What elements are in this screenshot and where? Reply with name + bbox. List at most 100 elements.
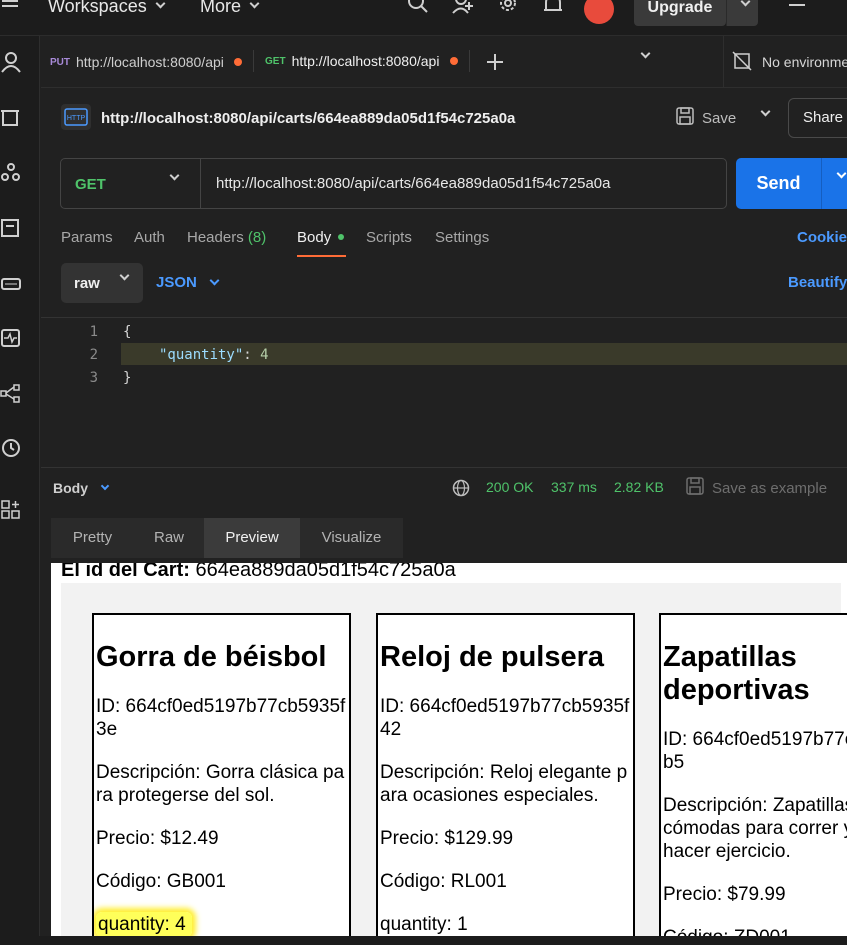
status-bar	[0, 936, 847, 945]
share-button[interactable]: Share	[788, 98, 847, 138]
bell-icon[interactable]	[542, 0, 564, 18]
save-icon	[676, 107, 694, 129]
search-icon[interactable]	[407, 0, 429, 18]
response-body-selector[interactable]: Body	[53, 480, 110, 496]
tab-method: GET	[265, 55, 286, 67]
body-mode-selector[interactable]: raw	[61, 263, 143, 303]
tab-body[interactable]: Body	[297, 229, 345, 246]
view-tab-raw[interactable]: Raw	[134, 518, 204, 558]
upgrade-button[interactable]: Upgrade	[634, 0, 726, 26]
cookies-link[interactable]: Cookies	[797, 229, 847, 246]
request-title[interactable]: http://localhost:8080/api/carts/664ea889…	[101, 110, 515, 127]
request-tabs-bar: PUT http://localhost:8080/api GET http:/…	[41, 36, 847, 88]
chevron-down-icon	[169, 170, 180, 181]
tab-headers[interactable]: Headers (8)	[187, 229, 266, 246]
monitors-icon[interactable]	[0, 327, 22, 349]
tab-settings[interactable]: Settings	[435, 229, 489, 246]
body-language-selector[interactable]: JSON	[156, 274, 220, 291]
http-icon: HTTP	[61, 104, 91, 130]
response-time[interactable]: 337 ms	[551, 479, 597, 495]
status-code[interactable]: 200 OK	[486, 479, 533, 495]
gear-icon[interactable]	[497, 0, 519, 18]
collections-icon[interactable]	[0, 107, 22, 129]
send-options-button[interactable]	[821, 158, 847, 209]
json-colon: :	[243, 347, 261, 363]
body-language-label: JSON	[156, 274, 197, 291]
body-tab-label: Body	[297, 229, 332, 246]
configure-workbench-icon[interactable]	[0, 499, 22, 521]
save-label: Save	[702, 109, 737, 127]
workspaces-label: Workspaces	[48, 0, 147, 16]
url-bar: GET http://localhost:8080/api/carts/664e…	[60, 158, 727, 209]
history-icon[interactable]	[0, 437, 22, 459]
invite-user-icon[interactable]	[452, 0, 474, 18]
flows-icon[interactable]	[0, 382, 22, 404]
tab-get-request[interactable]: GET http://localhost:8080/api	[265, 36, 465, 88]
chevron-down-icon[interactable]	[640, 48, 651, 59]
menu-icon[interactable]	[2, 0, 20, 19]
tab-params[interactable]: Params	[61, 229, 113, 246]
avatar[interactable]	[584, 0, 614, 24]
method-selector[interactable]: GET	[61, 159, 201, 208]
minimize-icon[interactable]	[789, 4, 805, 6]
product-quantity: quantity: 1	[380, 914, 468, 935]
cart-id-label: El id del Cart:	[61, 563, 190, 581]
tab-auth[interactable]: Auth	[134, 229, 165, 246]
tab-url: http://localhost:8080/api	[76, 54, 224, 70]
more-menu[interactable]: More	[200, 0, 260, 17]
view-tab-pretty[interactable]: Pretty	[51, 518, 134, 558]
workspaces-menu[interactable]: Workspaces	[48, 0, 166, 17]
tab-method: PUT	[50, 56, 70, 68]
headers-label: Headers	[187, 229, 244, 246]
product-description: Descripción: Reloj elegante para ocasion…	[380, 762, 628, 806]
user-icon[interactable]	[0, 52, 22, 74]
tab-put-request[interactable]: PUT http://localhost:8080/api	[50, 36, 250, 88]
upgrade-menu-button[interactable]	[726, 0, 758, 26]
chevron-down-icon	[155, 0, 166, 9]
code-line: "quantity": 4	[159, 347, 269, 363]
product-name: Zapatillas deportivas	[663, 641, 810, 706]
product-price: Precio: $12.49	[96, 828, 219, 849]
response-preview: El id del Cart: 664ea889da05d1f54c725a0a…	[51, 563, 847, 945]
chevron-down-icon	[836, 168, 847, 179]
mock-servers-icon[interactable]	[0, 272, 22, 294]
product-code: Código: RL001	[380, 871, 507, 892]
line-number: 1	[89, 324, 98, 340]
product-quantity: quantity: 4	[96, 912, 192, 937]
unsaved-dot-icon	[449, 57, 458, 65]
method-label: GET	[75, 176, 106, 193]
more-label: More	[200, 0, 242, 16]
line-number: 2	[89, 347, 98, 363]
plus-icon[interactable]	[485, 52, 505, 77]
product-code: Código: GB001	[96, 871, 226, 892]
save-as-example-button[interactable]: Save as example	[686, 477, 827, 499]
chevron-down-icon	[209, 275, 220, 286]
product-card: Reloj de pulsera ID: 664cf0ed5197b77cb59…	[376, 613, 635, 945]
chevron-down-icon	[740, 0, 751, 7]
product-name: Reloj de pulsera	[380, 641, 605, 673]
product-card: Gorra de béisbol ID: 664cf0ed5197b77cb59…	[92, 613, 351, 945]
environments-icon[interactable]	[0, 217, 22, 239]
response-size[interactable]: 2.82 KB	[614, 479, 664, 495]
cart-id-line: El id del Cart: 664ea889da05d1f54c725a0a	[61, 563, 456, 582]
globe-icon[interactable]	[452, 479, 470, 502]
apis-icon[interactable]	[0, 162, 22, 184]
save-options-button[interactable]	[752, 106, 776, 130]
send-button[interactable]: Send	[736, 158, 821, 209]
view-tab-preview[interactable]: Preview	[204, 518, 300, 558]
chevron-down-icon	[760, 106, 771, 117]
code-line: }	[123, 370, 132, 386]
tab-scripts[interactable]: Scripts	[366, 229, 412, 246]
body-editor[interactable]: 1 2 3 { "quantity": 4 }	[41, 317, 847, 467]
view-tab-visualize[interactable]: Visualize	[300, 518, 403, 558]
tab-divider	[469, 50, 470, 72]
no-environment-icon	[732, 50, 752, 74]
url-input[interactable]: http://localhost:8080/api/carts/664ea889…	[216, 175, 610, 192]
chevron-down-icon	[100, 481, 110, 491]
beautify-link[interactable]: Beautify	[788, 274, 847, 291]
product-card: Zapatillas deportivas ID: 664cf0ed5197b7…	[659, 613, 847, 945]
top-bar: Workspaces More Upgrade	[0, 0, 847, 36]
save-button[interactable]: Save	[676, 104, 736, 132]
environment-selector[interactable]: No environment	[723, 36, 847, 88]
product-price: Precio: $79.99	[663, 884, 786, 905]
